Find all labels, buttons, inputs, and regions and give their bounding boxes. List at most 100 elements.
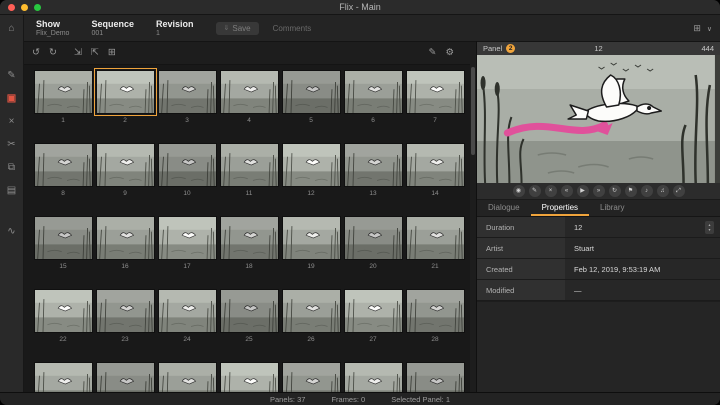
storyboard-panel[interactable]: 9 — [94, 144, 156, 200]
show-field[interactable]: Show Flix_Demo — [36, 19, 69, 38]
preview-frame-number: 444 — [701, 44, 714, 53]
panel-thumbnail-art — [221, 144, 278, 186]
storyboard-panel[interactable]: 30 — [94, 363, 156, 392]
storyboard-panel[interactable]: 13 — [342, 144, 404, 200]
storyboard-panel[interactable]: 10 — [156, 144, 218, 200]
property-row-created: Created Feb 12, 2019, 9:53:19 AM — [477, 259, 720, 280]
new-panel-icon[interactable]: ⊞ — [108, 43, 116, 63]
panel-number: 16 — [94, 263, 156, 270]
duplicate-icon[interactable]: ⧉ — [0, 159, 24, 176]
draw-mode-icon[interactable]: ✎ — [429, 43, 437, 63]
panels-tool-icon[interactable]: ▣ — [0, 90, 24, 107]
play-icon[interactable]: ▶ — [577, 185, 589, 197]
property-label: Modified — [477, 280, 565, 300]
storyboard-panel[interactable]: 7 — [404, 71, 466, 127]
chevron-down-icon[interactable]: ∨ — [707, 25, 712, 33]
waveform-icon[interactable]: ∿ — [0, 223, 24, 240]
property-row-artist: Artist Stuart — [477, 238, 720, 259]
storyboard-panel[interactable]: 29 — [32, 363, 94, 392]
status-bar: Panels: 37 Frames: 0 Selected Panel: 1 — [0, 392, 720, 405]
panel-number: 17 — [156, 263, 218, 270]
titlebar: Flix - Main — [0, 0, 720, 15]
property-row-duration: Duration 12 ▴▾ — [477, 217, 720, 238]
volume-icon[interactable]: ♫ — [657, 185, 669, 197]
tab-properties[interactable]: Properties — [531, 200, 589, 216]
storyboard-panel[interactable]: 12 — [280, 144, 342, 200]
snapshot-icon[interactable]: ◉ — [513, 185, 525, 197]
preview-canvas[interactable] — [477, 55, 720, 183]
panel-thumbnail-art — [221, 217, 278, 259]
export-icon[interactable]: ⇱ — [91, 43, 99, 63]
settings-gear-icon[interactable]: ⚙ — [445, 43, 454, 63]
annotate-icon[interactable]: ✎ — [529, 185, 541, 197]
prev-panel-icon[interactable]: « — [561, 185, 573, 197]
storyboard-panel[interactable]: 21 — [404, 217, 466, 273]
storyboard-panel[interactable]: 25 — [218, 290, 280, 346]
loop-icon[interactable]: ↻ — [609, 185, 621, 197]
import-icon[interactable]: ⇲ — [74, 43, 82, 63]
panel-thumbnail-art — [283, 71, 340, 113]
grid-toolbar: ↺ ↻ ⇲ ⇱ ⊞ ✎ ⚙ — [24, 42, 470, 65]
storyboard-panel[interactable]: 2 — [94, 71, 156, 127]
storyboard-panel[interactable]: 35 — [404, 363, 466, 392]
panel-thumbnail-art — [35, 71, 92, 113]
panel-thumbnail-art — [345, 363, 402, 392]
marker-icon[interactable]: ⚑ — [625, 185, 637, 197]
storyboard-panel[interactable]: 24 — [156, 290, 218, 346]
panel-number: 25 — [218, 336, 280, 343]
app-window: Flix - Main ⌂ ✎ ▣ × ✂ ⧉ ▤ ∿ Show Flix_Demo Sequ… — [0, 0, 720, 405]
storyboard-panel[interactable]: 17 — [156, 217, 218, 273]
storyboard-panel[interactable]: 8 — [32, 144, 94, 200]
storyboard-panel[interactable]: 19 — [280, 217, 342, 273]
panel-number: 24 — [156, 336, 218, 343]
storyboard-panel[interactable]: 28 — [404, 290, 466, 346]
panel-number: 11 — [218, 190, 280, 197]
panel-number: 21 — [404, 263, 466, 270]
save-button[interactable]: ⇓ Save — [216, 22, 259, 35]
pen-tool-icon[interactable]: ✎ — [0, 67, 24, 84]
storyboard-panel[interactable]: 16 — [94, 217, 156, 273]
storyboard-panel[interactable]: 22 — [32, 290, 94, 346]
storyboard-panel[interactable]: 14 — [404, 144, 466, 200]
redo-icon[interactable]: ↻ — [49, 43, 57, 63]
home-icon[interactable]: ⌂ — [0, 20, 24, 37]
storyboard-panel[interactable]: 11 — [218, 144, 280, 200]
duration-stepper[interactable]: ▴▾ — [705, 221, 714, 234]
storyboard-panel[interactable]: 27 — [342, 290, 404, 346]
delete-panel-icon[interactable]: × — [545, 185, 557, 197]
undo-icon[interactable]: ↺ — [32, 43, 40, 63]
storyboard-panel[interactable]: 32 — [218, 363, 280, 392]
storyboard-panel[interactable]: 26 — [280, 290, 342, 346]
revision-field[interactable]: Revision 1 — [156, 19, 194, 38]
storyboard-panel[interactable]: 23 — [94, 290, 156, 346]
duration-value: 12 — [574, 217, 582, 238]
view-grid-icon[interactable]: ⊞ — [693, 23, 701, 34]
mic-icon[interactable]: ♪ — [641, 185, 653, 197]
trash-icon[interactable]: × — [0, 113, 24, 130]
scrollbar-thumb[interactable] — [471, 67, 475, 155]
comments-button[interactable]: Comments — [273, 24, 312, 33]
storyboard-panel[interactable]: 20 — [342, 217, 404, 273]
sequence-field[interactable]: Sequence 001 — [91, 19, 134, 38]
storyboard-panel[interactable]: 6 — [342, 71, 404, 127]
scissors-icon[interactable]: ✂ — [0, 136, 24, 153]
storyboard-panel[interactable]: 5 — [280, 71, 342, 127]
clipboard-icon[interactable]: ▤ — [0, 182, 24, 199]
tab-library[interactable]: Library — [589, 200, 635, 216]
tab-dialogue[interactable]: Dialogue — [477, 200, 531, 216]
fullscreen-icon[interactable]: ⤢ — [673, 185, 685, 197]
next-panel-icon[interactable]: » — [593, 185, 605, 197]
storyboard-panel[interactable]: 1 — [32, 71, 94, 127]
storyboard-panel[interactable]: 15 — [32, 217, 94, 273]
storyboard-panel[interactable]: 31 — [156, 363, 218, 392]
storyboard-panel[interactable]: 4 — [218, 71, 280, 127]
storyboard-panel[interactable]: 3 — [156, 71, 218, 127]
panel-thumbnail-art — [35, 144, 92, 186]
storyboard-panel[interactable]: 34 — [342, 363, 404, 392]
panel-number: 1 — [32, 117, 94, 124]
property-row-modified: Modified — — [477, 280, 720, 301]
storyboard-panel[interactable]: 18 — [218, 217, 280, 273]
panel-thumbnail-art — [407, 144, 464, 186]
storyboard-panel[interactable]: 33 — [280, 363, 342, 392]
panel-number: 28 — [404, 336, 466, 343]
